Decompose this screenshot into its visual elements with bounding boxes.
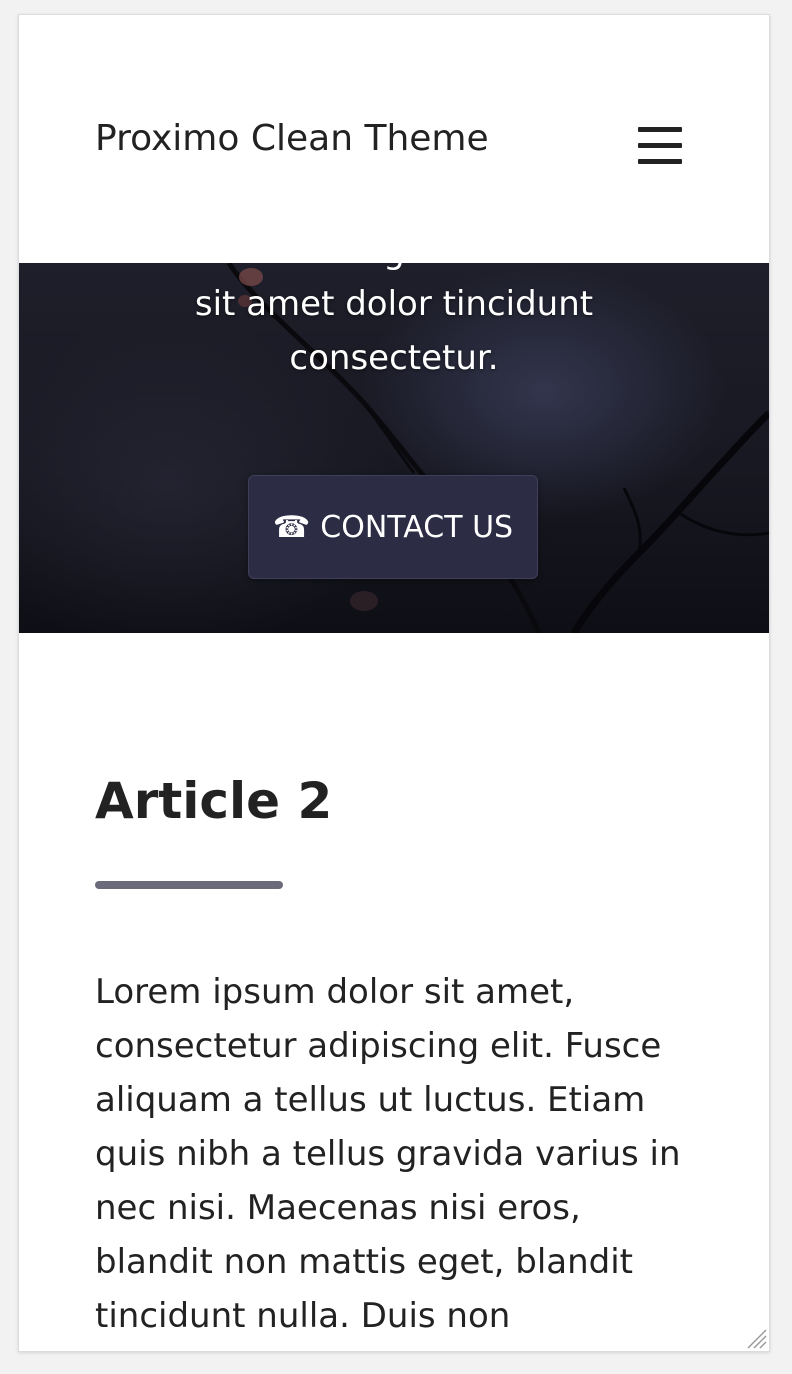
site-title[interactable]: Proximo Clean Theme: [95, 115, 489, 163]
hero-text: sit amet dolor tincidunt consectetur.: [94, 277, 694, 385]
hero-text-line-1: sit amet dolor tincidunt: [194, 284, 594, 324]
phone-icon: ☎: [272, 510, 311, 545]
menu-bar: [638, 159, 682, 164]
resize-grip-icon[interactable]: [745, 1327, 767, 1349]
hamburger-menu-icon[interactable]: [635, 123, 685, 173]
article-title: Article 2: [95, 772, 333, 830]
hero-banner: g sit amet dolor tincidunt consectetur. …: [19, 263, 769, 633]
hero-text-line-2: consectetur.: [289, 338, 499, 378]
menu-bar: [638, 143, 682, 148]
title-underline: [95, 881, 283, 889]
browser-viewport: Proximo Clean Theme g sit amet dolor tin…: [18, 14, 770, 1352]
contact-us-button[interactable]: ☎ CONTACT US: [248, 475, 538, 579]
menu-bar: [638, 127, 682, 132]
contact-us-label: CONTACT US: [320, 510, 514, 545]
site-header: Proximo Clean Theme: [19, 15, 769, 263]
article-body: Lorem ipsum dolor sit amet, consectetur …: [95, 972, 681, 1336]
